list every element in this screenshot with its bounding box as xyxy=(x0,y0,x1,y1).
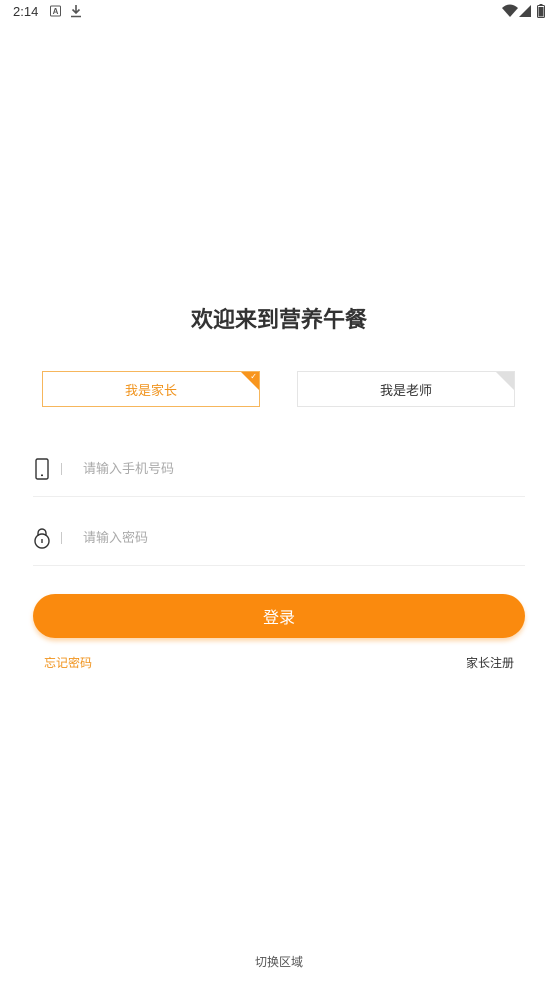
wifi-icon xyxy=(502,4,518,17)
phone-field xyxy=(33,446,525,497)
phone-icon xyxy=(35,458,49,480)
download-icon xyxy=(71,5,81,18)
svg-text:A: A xyxy=(53,7,59,16)
role-tab-parent-label: 我是家长 xyxy=(124,383,177,399)
login-button[interactable]: 登录 xyxy=(33,594,525,638)
unselected-corner-marker xyxy=(496,372,514,390)
switch-region-link[interactable]: 切换区域 xyxy=(0,953,558,970)
signal-icon xyxy=(519,5,531,17)
status-bar: 2:14 A xyxy=(0,0,558,24)
forgot-password-link[interactable]: 忘记密码 xyxy=(44,654,92,671)
check-icon: ✓ xyxy=(250,372,257,381)
role-tab-teacher-label: 我是老师 xyxy=(379,383,432,399)
status-time: 2:14 xyxy=(13,4,39,19)
phone-input[interactable] xyxy=(83,456,503,482)
battery-icon xyxy=(537,4,545,18)
field-divider xyxy=(61,463,62,475)
role-tab-teacher[interactable]: 我是老师 xyxy=(297,371,515,407)
role-tab-parent[interactable]: 我是家长 ✓ xyxy=(42,371,260,407)
page-title: 欢迎来到营养午餐 xyxy=(190,308,367,333)
parent-register-link[interactable]: 家长注册 xyxy=(466,654,514,671)
a-badge-icon: A xyxy=(50,5,61,17)
lock-icon xyxy=(34,528,50,549)
password-field xyxy=(33,515,525,566)
password-input[interactable] xyxy=(83,525,503,551)
field-divider xyxy=(61,532,62,544)
